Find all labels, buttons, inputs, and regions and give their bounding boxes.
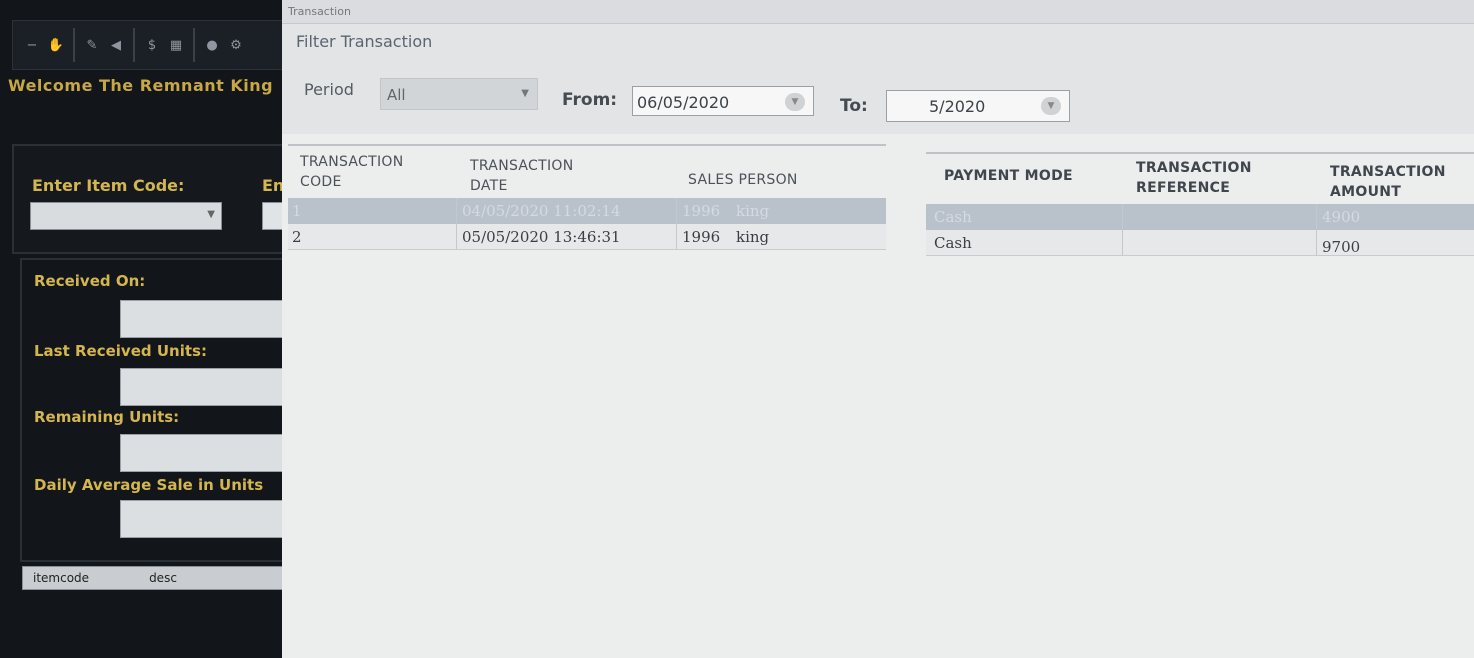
stock-info-panel: Received On: Last Received Units: Remain…	[20, 258, 300, 562]
column-header-desc[interactable]: desc	[89, 571, 177, 585]
from-label: From:	[562, 90, 618, 110]
to-date-value: 5/2020	[929, 97, 986, 116]
header-line: TRANSACTION	[300, 154, 404, 170]
minus-icon[interactable]: −	[23, 36, 41, 54]
speaker-icon[interactable]: ◀	[107, 36, 125, 54]
cell-code: 2	[292, 228, 302, 246]
to-label: To:	[840, 96, 868, 116]
chevron-down-icon: ▼	[521, 88, 529, 99]
toolbar: − ✋ ✎ ◀ $ ▦ ● ⚙	[12, 20, 300, 70]
cell-date: 05/05/2020 13:46:31	[462, 228, 621, 246]
column-separator	[1122, 204, 1123, 230]
column-header-transaction-reference[interactable]: TRANSACTION REFERENCE	[1136, 158, 1252, 198]
column-header-transaction-code[interactable]: TRANSACTION CODE	[300, 152, 404, 192]
daily-average-sale-label: Daily Average Sale in Units	[34, 476, 264, 494]
header-line: AMOUNT	[1330, 184, 1402, 200]
period-value: All	[387, 86, 406, 104]
column-header-sales-person[interactable]: SALES PERSON	[688, 170, 798, 190]
header-line: TRANSACTION	[1330, 164, 1446, 180]
item-code-combobox[interactable]: ▼	[30, 202, 222, 230]
column-header-payment-mode[interactable]: PAYMENT MODE	[944, 166, 1073, 186]
transaction-dialog: Transaction — □ Filter Transaction Perio…	[282, 0, 1474, 658]
cell-sales-id: 1996	[682, 228, 721, 246]
cell-sales-name: king	[736, 228, 770, 246]
header-line: REFERENCE	[1136, 180, 1231, 196]
calendar-icon[interactable]: ▼	[785, 93, 805, 111]
payment-table: PAYMENT MODE TRANSACTION REFERENCE TRANS…	[926, 152, 1474, 262]
document-icon[interactable]: ▦	[167, 36, 185, 54]
item-code-panel: Enter Item Code: En ▼	[12, 144, 302, 254]
remaining-units-field[interactable]	[120, 434, 290, 472]
cell-code: 1	[292, 202, 302, 220]
main-window: − ✋ ✎ ◀ $ ▦ ● ⚙ Welcome The Remnant King…	[0, 0, 302, 658]
cell-amount: 4900	[1322, 208, 1361, 226]
period-select[interactable]: All ▼	[380, 78, 538, 110]
user-icon[interactable]: ●	[203, 36, 221, 54]
filter-legend: Filter Transaction	[296, 32, 433, 51]
cell-date: 04/05/2020 11:02:14	[462, 202, 621, 220]
column-separator	[1122, 230, 1123, 255]
header-line: DATE	[470, 178, 508, 194]
table-row[interactable]: 2 05/05/2020 13:46:31 1996 king	[288, 224, 886, 250]
header-line: TRANSACTION	[1136, 160, 1252, 176]
dialog-title: Transaction	[288, 5, 351, 18]
period-label: Period	[304, 80, 354, 99]
column-header-transaction-date[interactable]: TRANSACTION DATE	[470, 156, 574, 196]
transaction-table: TRANSACTION CODE TRANSACTION DATE SALES …	[288, 144, 886, 254]
pencil-icon[interactable]: ✎	[83, 36, 101, 54]
column-header-itemcode[interactable]: itemcode	[23, 571, 89, 585]
column-separator	[1316, 204, 1317, 230]
table-row[interactable]: 1 04/05/2020 11:02:14 1996 king	[288, 198, 886, 224]
item-entry-label: En	[262, 176, 285, 195]
toolbar-separator	[193, 28, 195, 62]
hand-icon[interactable]: ✋	[47, 36, 65, 54]
cell-sales-id: 1996	[682, 202, 721, 220]
to-date-picker[interactable]: 5/2020 ▼	[886, 90, 1070, 122]
toolbar-separator	[133, 28, 135, 62]
column-separator	[456, 224, 457, 249]
item-grid-header: itemcode desc	[22, 566, 300, 590]
column-header-transaction-amount[interactable]: TRANSACTION AMOUNT	[1330, 162, 1446, 202]
from-date-value: 06/05/2020	[637, 93, 730, 112]
item-code-label: Enter Item Code:	[32, 176, 185, 195]
column-separator	[676, 224, 677, 249]
from-date-picker[interactable]: 06/05/2020 ▼	[632, 86, 814, 116]
cell-sales-name: king	[736, 202, 770, 220]
last-received-units-label: Last Received Units:	[34, 342, 207, 360]
table-row[interactable]: Cash 9700	[926, 230, 1474, 256]
header-line: TRANSACTION	[470, 158, 574, 174]
column-separator	[1316, 230, 1317, 255]
filter-transaction-group: Filter Transaction Period All ▼ From: 06…	[282, 24, 1474, 134]
column-separator	[676, 198, 677, 224]
header-line: CODE	[300, 174, 342, 190]
column-separator	[456, 198, 457, 224]
dialog-titlebar[interactable]: Transaction	[282, 0, 1474, 24]
dollar-icon[interactable]: $	[143, 36, 161, 54]
transaction-grid-area: TRANSACTION CODE TRANSACTION DATE SALES …	[282, 134, 1474, 658]
cell-amount: 9700	[1322, 238, 1361, 256]
received-on-field[interactable]	[120, 300, 290, 338]
calendar-icon[interactable]: ▼	[1041, 97, 1061, 115]
last-received-units-field[interactable]	[120, 368, 290, 406]
welcome-text: Welcome The Remnant King	[8, 76, 274, 95]
received-on-label: Received On:	[34, 272, 146, 290]
chevron-down-icon: ▼	[207, 209, 215, 220]
cell-payment-mode: Cash	[934, 234, 972, 252]
toolbar-separator	[73, 28, 75, 62]
remaining-units-label: Remaining Units:	[34, 408, 180, 426]
cell-payment-mode: Cash	[934, 208, 972, 226]
table-row[interactable]: Cash 4900	[926, 204, 1474, 230]
daily-average-sale-field[interactable]	[120, 500, 290, 538]
settings-icon[interactable]: ⚙	[227, 36, 245, 54]
